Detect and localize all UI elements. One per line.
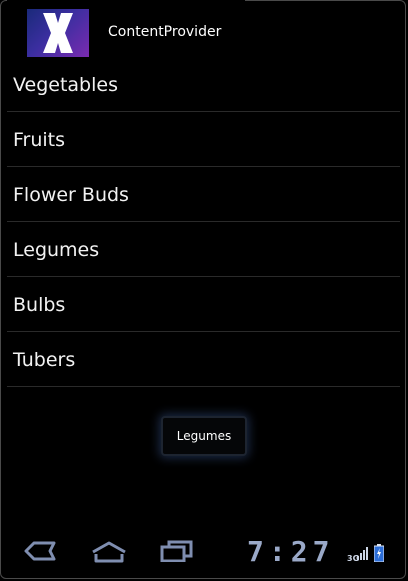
back-icon[interactable] [22, 540, 58, 566]
system-nav-bar [7, 532, 401, 574]
list-item[interactable]: Flower Buds [7, 167, 400, 222]
app-title: ContentProvider [108, 24, 222, 40]
list-item-label: Tubers [13, 349, 76, 371]
list-item[interactable]: Bulbs [7, 277, 400, 332]
list-item[interactable]: Vegetables [7, 57, 400, 112]
list-item[interactable]: Fruits [7, 112, 400, 167]
list-item-label: Bulbs [13, 294, 66, 316]
list-item-label: Vegetables [13, 74, 118, 96]
x-logo-icon [27, 9, 89, 57]
battery-icon [373, 544, 385, 566]
list-item[interactable]: Legumes [7, 222, 400, 277]
list-item-label: Legumes [13, 239, 100, 261]
status-clock: 7:27 [247, 535, 335, 568]
list-item-label: Fruits [13, 129, 66, 151]
title-bar: ContentProvider [7, 0, 245, 62]
toast-text: Legumes [176, 429, 232, 443]
signal-icon [357, 545, 369, 565]
category-list: Vegetables Fruits Flower Buds Legumes Bu… [7, 57, 400, 387]
recent-apps-icon[interactable] [159, 540, 195, 566]
list-item[interactable]: Tubers [7, 332, 400, 387]
toast-message: Legumes [161, 416, 247, 456]
home-icon[interactable] [90, 540, 128, 568]
list-item-label: Flower Buds [13, 184, 129, 206]
